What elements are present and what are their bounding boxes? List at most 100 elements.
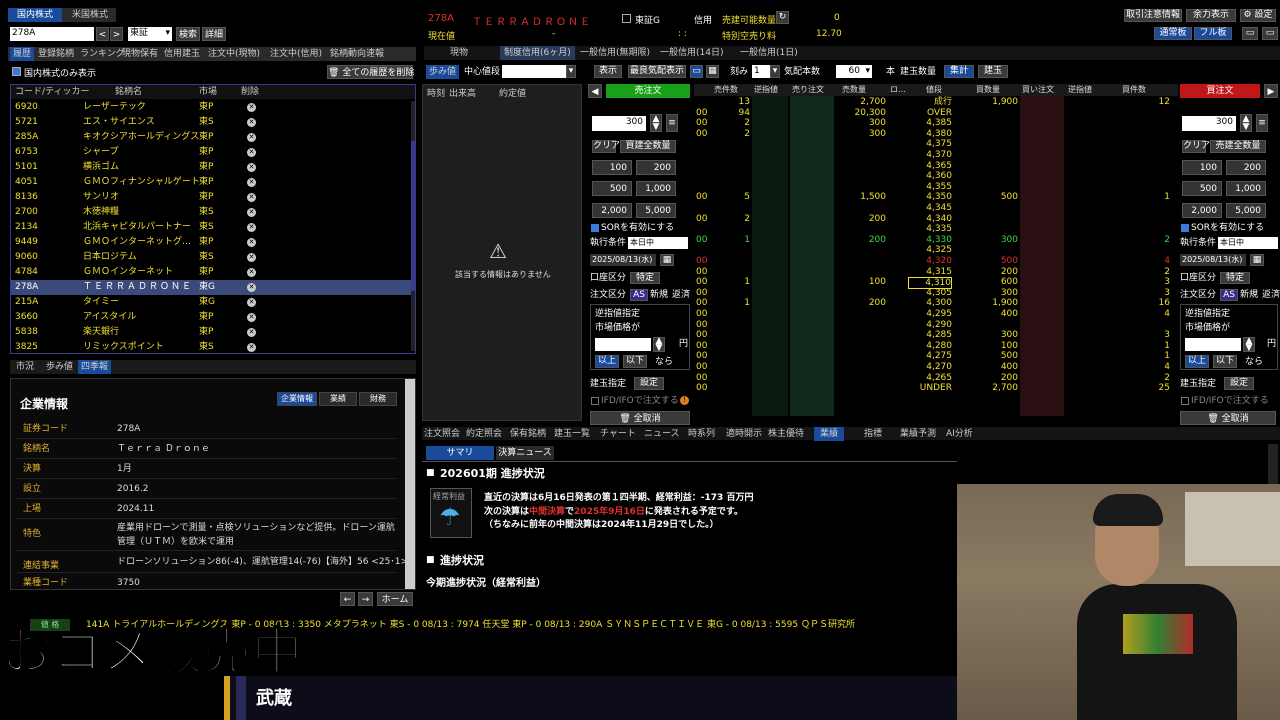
exchange-checkbox[interactable]: [622, 14, 631, 23]
sell-acct-select[interactable]: 特定: [630, 272, 660, 284]
delete-icon[interactable]: ✕: [247, 178, 256, 187]
buy-stop-spinner[interactable]: ▲ ▼: [1243, 337, 1255, 353]
tab-us[interactable]: 米国株式: [64, 8, 116, 22]
buy-qty-100[interactable]: 100: [1182, 160, 1222, 175]
tab-chart[interactable]: チャート: [600, 427, 636, 441]
board-row[interactable]: 00 4,320 500 4: [694, 256, 1174, 266]
tab-holdings-bottom[interactable]: 保有銘柄: [510, 427, 546, 441]
tab-general-1d[interactable]: 一般信用(1日): [740, 46, 798, 60]
tab-news[interactable]: ニュース: [644, 427, 680, 441]
sell-qty-spinner[interactable]: ▲ ▼: [650, 114, 662, 132]
list-item[interactable]: 9449 ＧＭＯインターネットグ… 東P ✕: [11, 235, 415, 250]
normal-board-button[interactable]: 通常板: [1154, 27, 1192, 40]
buy-qty-spinner[interactable]: ▲ ▼: [1240, 114, 1252, 132]
list-item[interactable]: 5721 エス・サイエンス 東S ✕: [11, 115, 415, 130]
board-row[interactable]: 00 1 200 4,330 300 2: [694, 235, 1174, 245]
tab-stock-trends[interactable]: 銘柄動向速報: [330, 47, 384, 61]
board-row[interactable]: 00 4,290: [694, 320, 1174, 330]
summary-scrollbar[interactable]: [1268, 444, 1278, 484]
sell-qty-500[interactable]: 500: [592, 181, 632, 196]
list-scrollbar[interactable]: [411, 101, 415, 351]
layout1-icon[interactable]: ▭: [1242, 27, 1258, 40]
buy-qty-5000[interactable]: 5,000: [1226, 203, 1266, 218]
sell-ifd-checkbox[interactable]: [591, 397, 599, 405]
domestic-only-checkbox[interactable]: [12, 67, 21, 76]
delete-icon[interactable]: ✕: [247, 298, 256, 307]
board-row[interactable]: 00 2 200 4,340: [694, 214, 1174, 224]
list-item[interactable]: 4051 ＧＭＯフィナンシャルゲート 東P ✕: [11, 175, 415, 190]
company-scrollbar[interactable]: [405, 379, 415, 589]
market-select[interactable]: 東証 ▾: [128, 27, 172, 41]
delete-icon[interactable]: ✕: [247, 283, 256, 292]
tab-margin-6m[interactable]: 制度信用(6ヶ月): [500, 46, 575, 60]
sell-qty-100[interactable]: 100: [592, 160, 632, 175]
back-button[interactable]: ←: [340, 592, 355, 606]
tab-history[interactable]: 履歴: [10, 47, 35, 61]
tab-order-inquiry[interactable]: 注文照会: [424, 427, 460, 441]
board-row[interactable]: 00 4,295 400 4: [694, 309, 1174, 319]
tab-ayumi-board[interactable]: 歩み値: [426, 65, 460, 79]
delete-icon[interactable]: ✕: [247, 328, 256, 337]
scrollbar-thumb[interactable]: [411, 141, 415, 291]
list-item[interactable]: 5101 横浜ゴム 東P ✕: [11, 160, 415, 175]
prev-button[interactable]: <: [96, 27, 109, 41]
tab-orders-cash[interactable]: 注文中(現物): [208, 47, 260, 61]
list-item[interactable]: 285A キオクシアホールディングス 東P ✕: [11, 130, 415, 145]
tab-forecast[interactable]: 業績予測: [900, 427, 936, 441]
buy-qty-500[interactable]: 500: [1182, 181, 1222, 196]
buy-stop-price-input[interactable]: [1185, 338, 1241, 351]
tab-disclosure[interactable]: 適時開示: [726, 427, 762, 441]
center-price-dropdown[interactable]: ▾: [566, 65, 576, 78]
buy-qty-200[interactable]: 200: [1226, 160, 1266, 175]
delete-icon[interactable]: ✕: [247, 118, 256, 127]
notice-button[interactable]: 取引注意情報: [1124, 9, 1182, 22]
tick-input[interactable]: 1: [752, 65, 770, 78]
layout2-icon[interactable]: ▭: [1262, 27, 1278, 40]
sell-close-label[interactable]: 返済: [672, 288, 690, 302]
list-item[interactable]: 2700 木徳神糧 東S ✕: [11, 205, 415, 220]
sell-cancel-all-button[interactable]: 🗑 全取消: [590, 411, 690, 425]
tab-orders-credit[interactable]: 注文中(信用): [270, 47, 322, 61]
tab-cash[interactable]: 現物: [450, 46, 468, 60]
board-row[interactable]: 00 4,280 100 1: [694, 341, 1174, 351]
tab-shikiho[interactable]: 四季報: [78, 360, 112, 374]
home-button[interactable]: ホーム: [377, 592, 413, 606]
buy-new-label[interactable]: 新規: [1240, 288, 1258, 302]
buy-date-select[interactable]: 2025/08/13(水): [1180, 254, 1246, 266]
list-item[interactable]: 6753 シャープ 東P ✕: [11, 145, 415, 160]
buy-qty-menu[interactable]: ≡: [1256, 114, 1268, 132]
remaining-button[interactable]: 余力表示: [1186, 9, 1236, 22]
finance-button[interactable]: 財務: [359, 392, 397, 406]
aggregate-button[interactable]: 集計: [944, 65, 974, 78]
sell-up-button[interactable]: 以上: [595, 355, 619, 368]
sell-all-qty-button[interactable]: 買建全数量: [620, 140, 676, 153]
list-item[interactable]: 215A タイミー 東G ✕: [11, 295, 415, 310]
board-row[interactable]: 00 2 300 4,380: [694, 129, 1174, 139]
delete-icon[interactable]: ✕: [247, 103, 256, 112]
delete-icon[interactable]: ✕: [247, 253, 256, 262]
display-button[interactable]: 表示: [594, 65, 622, 78]
full-board-button[interactable]: フル板: [1194, 27, 1232, 40]
delete-icon[interactable]: ✕: [247, 133, 256, 142]
delete-icon[interactable]: ✕: [247, 208, 256, 217]
board-row[interactable]: 00 4,305 300 3: [694, 288, 1174, 298]
buy-ifd-checkbox[interactable]: [1181, 397, 1189, 405]
tab-exec-inquiry[interactable]: 約定照会: [466, 427, 502, 441]
list-item[interactable]: 6920 レーザーテック 東P ✕: [11, 100, 415, 115]
company-info-button[interactable]: 企業情報: [277, 392, 317, 406]
quote-count-input[interactable]: 60 ▾: [836, 65, 872, 78]
sell-info-icon[interactable]: !: [680, 396, 689, 405]
buy-down-button[interactable]: 以下: [1213, 355, 1237, 368]
board-row[interactable]: 00 1 100 4,310 600 3: [694, 277, 1174, 290]
sell-qty-1000[interactable]: 1,000: [636, 181, 676, 196]
clear-history-button[interactable]: 🗑 全ての履歴を削除: [327, 65, 414, 79]
buy-close-label[interactable]: 返済: [1262, 288, 1280, 302]
buy-clear-button[interactable]: クリア: [1182, 140, 1210, 153]
sell-new-label[interactable]: 新規: [650, 288, 668, 302]
board-row[interactable]: 00 2 300 4,385: [694, 118, 1174, 128]
sell-stop-spinner[interactable]: ▲ ▼: [653, 337, 665, 353]
tab-indicators[interactable]: 指標: [864, 427, 882, 441]
buy-qty-input[interactable]: 300: [1182, 116, 1236, 131]
board-row[interactable]: 4,335: [694, 224, 1174, 234]
tick-dropdown[interactable]: ▾: [770, 65, 780, 78]
